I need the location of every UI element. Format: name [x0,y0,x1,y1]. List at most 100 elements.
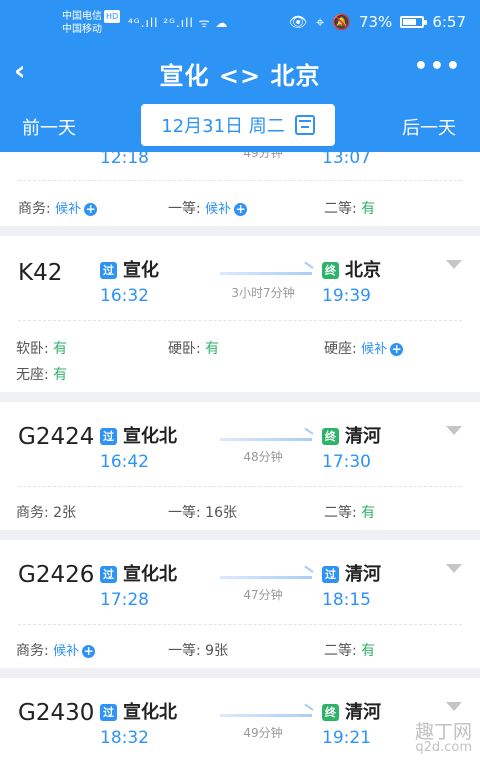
chevron-down-icon[interactable] [446,702,462,711]
seat-info: 二等: 有 [324,502,375,522]
watermark-title: 趣丁网 [414,721,472,743]
arrival-station: 过清河 [322,560,381,586]
carrier-1: 中国电信 [62,11,102,22]
departure-time: 16:42 [100,452,149,472]
seat-label: 一等: [168,505,206,521]
arrival-station: 终清河 [322,422,381,448]
add-icon[interactable]: + [84,203,98,216]
seat-value: 9张 [205,643,229,659]
seat-info: 一等: 候补 + [168,198,248,218]
prev-day-button[interactable]: 前一天 [22,114,76,140]
pass-badge: 过 [100,704,117,721]
arrow-icon [220,272,312,275]
battery-percent: 73% [358,13,393,31]
departure-time: 16:32 [100,286,149,306]
seat-info: 软卧: 有 [16,338,67,358]
seat-label: 商务: [16,643,54,659]
watermark: 趣丁网 q2d.com [414,721,472,756]
seat-info: 硬卧: 有 [168,338,219,358]
arrival-time: 19:21 [322,728,371,748]
train-number: G2424 [18,424,95,450]
station-name: 清河 [345,564,381,585]
seat-info: 商务: 候补 + [18,198,98,218]
seat-value: 16张 [205,505,237,521]
seat-label: 硬卧: [168,341,206,357]
divider [18,486,462,487]
train-card[interactable]: G2424 过宣化北 16:42 48分钟 终清河 17:30 商务: 2张 一… [0,402,480,530]
arrow-icon [220,576,312,579]
seat-value: 有 [361,505,376,521]
seat-info: 一等: 16张 [168,502,237,522]
departure-station: 过宣化北 [100,560,177,586]
next-day-button[interactable]: 后一天 [402,114,456,140]
pass-badge: 过 [322,566,339,583]
arrival-station: 终北京 [322,256,381,282]
seat-label: 商务: [18,201,56,217]
chevron-down-icon[interactable] [446,426,462,435]
train-number: G2426 [18,562,95,588]
seat-info: 二等: 有 [324,640,375,660]
arrow-icon [220,714,312,717]
carrier-info: 中国电信 HD 中国移动 [62,10,121,36]
seat-value: 候补 [361,342,388,357]
date-picker[interactable]: 12月31日 周二 [141,104,335,146]
departure-station: 过宣化北 [100,422,177,448]
train-card[interactable]: 12:18 49分钟 13:07 商务: 候补 + 一等: 候补 + 二等: 有 [0,152,480,226]
watermark-url: q2d.com [415,740,472,755]
seat-info: 二等: 有 [324,198,375,218]
train-number: K42 [18,260,63,286]
train-list[interactable]: 12:18 49分钟 13:07 商务: 候补 + 一等: 候补 + 二等: 有 K… [0,152,480,760]
train-card[interactable]: G2430 过宣化北 18:32 49分钟 终清河 19:21 [0,678,480,760]
status-bar: 中国电信 HD 中国移动 ⁴ᴳ.ıll ²ᴳ.ıll ᯤ ☁ 👁 ⌖ 🔕 73% … [0,0,480,44]
departure-station: 过宣化 [100,256,159,282]
hd-badge: HD [104,10,121,23]
seat-label: 一等: [168,201,206,217]
chevron-down-icon[interactable] [446,260,462,269]
seat-value: 有 [53,341,68,357]
seat-value: 候补 [53,644,80,659]
seat-info: 商务: 2张 [16,502,76,522]
duration: 47分钟 [243,588,283,602]
location-icon: ⌖ [315,13,325,31]
pass-badge: 过 [100,566,117,583]
departure-station: 过宣化北 [100,698,177,724]
duration: 48分钟 [243,450,283,464]
arrival-time: 18:15 [322,590,371,610]
add-icon[interactable]: + [234,203,248,216]
departure-time: 18:32 [100,728,149,748]
chevron-down-icon[interactable] [446,564,462,573]
top-bar: 中国电信 HD 中国移动 ⁴ᴳ.ıll ²ᴳ.ıll ᯤ ☁ 👁 ⌖ 🔕 73% … [0,0,480,152]
mute-icon: 🔕 [332,13,351,31]
eye-icon: 👁 [288,13,308,31]
carrier-2: 中国移动 [62,24,102,35]
add-icon[interactable]: + [390,343,404,356]
seat-label: 一等: [168,643,206,659]
train-card[interactable]: K42 过宣化 16:32 3小时7分钟 终北京 19:39 软卧: 有 硬卧:… [0,236,480,392]
seat-info: 硬座: 候补 + [324,338,404,358]
calendar-icon [294,115,315,135]
more-button[interactable]: ••• [414,54,462,79]
train-card[interactable]: G2426 过宣化北 17:28 47分钟 过清河 18:15 商务: 候补 + … [0,540,480,668]
departure-time: 17:28 [100,590,149,610]
arrow-icon [220,438,312,441]
station-name: 清河 [345,702,381,723]
header: ‹ 宣化 <> 北京 ••• [0,44,480,100]
terminal-badge: 终 [322,428,339,445]
add-icon[interactable]: + [82,645,96,658]
arrival-station: 终清河 [322,698,381,724]
train-number: G2430 [18,700,95,726]
station-name: 宣化北 [123,702,177,723]
divider [18,180,462,181]
station-name: 宣化北 [123,564,177,585]
arrival-time: 17:30 [322,452,371,472]
seat-value: 2张 [53,505,77,521]
duration: 3小时7分钟 [231,286,295,300]
date-label: 12月31日 周二 [161,116,285,137]
arrival-time: 19:39 [322,286,371,306]
seat-label: 二等: [324,643,362,659]
departure-time: 12:18 [100,152,149,168]
station-name: 北京 [345,260,381,281]
seat-value: 候补 [205,202,232,217]
more-icon: ••• [413,54,462,79]
seat-label: 硬座: [324,341,362,357]
